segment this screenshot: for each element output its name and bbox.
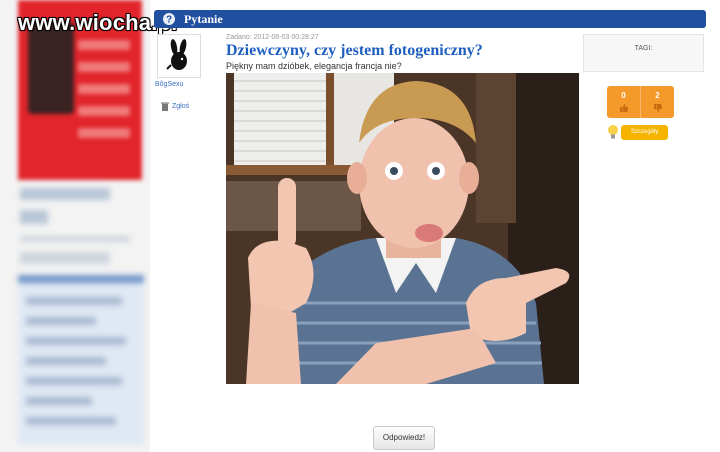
- sidebar-blurred-text: [20, 188, 110, 200]
- question-photo: [226, 73, 579, 384]
- asked-timestamp: Zadano: 2012-06-03 00:28:27: [226, 34, 319, 41]
- author-username[interactable]: BôgSexu: [155, 81, 183, 88]
- avatar[interactable]: [157, 34, 201, 78]
- vote-up-count: 0: [621, 91, 626, 100]
- report-link[interactable]: Zgłoś: [161, 102, 189, 111]
- thumb-down-icon: [653, 104, 662, 112]
- sidebar-blurred-text: [20, 236, 130, 242]
- lightbulb-icon: [608, 125, 618, 139]
- sidebar-blurred-text: [20, 252, 110, 264]
- left-sidebar: [0, 0, 150, 452]
- tags-label: TAGI:: [634, 45, 653, 52]
- details-row: Szczegóły: [607, 124, 669, 140]
- bunny-logo-icon: [166, 39, 187, 70]
- section-header: ? Pytanie: [154, 10, 706, 28]
- svg-text:?: ?: [166, 15, 172, 26]
- sidebar-panel: [18, 275, 144, 445]
- vote-box: 0 2: [607, 86, 674, 118]
- section-title: Pytanie: [184, 12, 223, 26]
- details-button[interactable]: Szczegóły: [621, 124, 669, 140]
- answer-button[interactable]: Odpowiedz!: [373, 426, 435, 450]
- page: www.wiocha.pl ? Pytanie BôgSexu Zgłoś Za…: [0, 0, 720, 452]
- sidebar-blurred-text: [20, 210, 48, 224]
- question-title[interactable]: Dziewczyny, czy jestem fotogeniczny?: [226, 42, 483, 60]
- thumb-up-icon: [619, 104, 628, 112]
- tags-box: TAGI:: [583, 34, 704, 72]
- report-label: Zgłoś: [172, 103, 190, 110]
- question-body: Piękny mam dzióbek, elegancja francja ni…: [226, 61, 402, 71]
- question-icon: ?: [163, 13, 175, 26]
- trash-icon: [161, 102, 169, 111]
- vote-down-count: 2: [655, 91, 660, 100]
- vote-up-button[interactable]: 0: [607, 86, 640, 118]
- vote-down-button[interactable]: 2: [640, 86, 674, 118]
